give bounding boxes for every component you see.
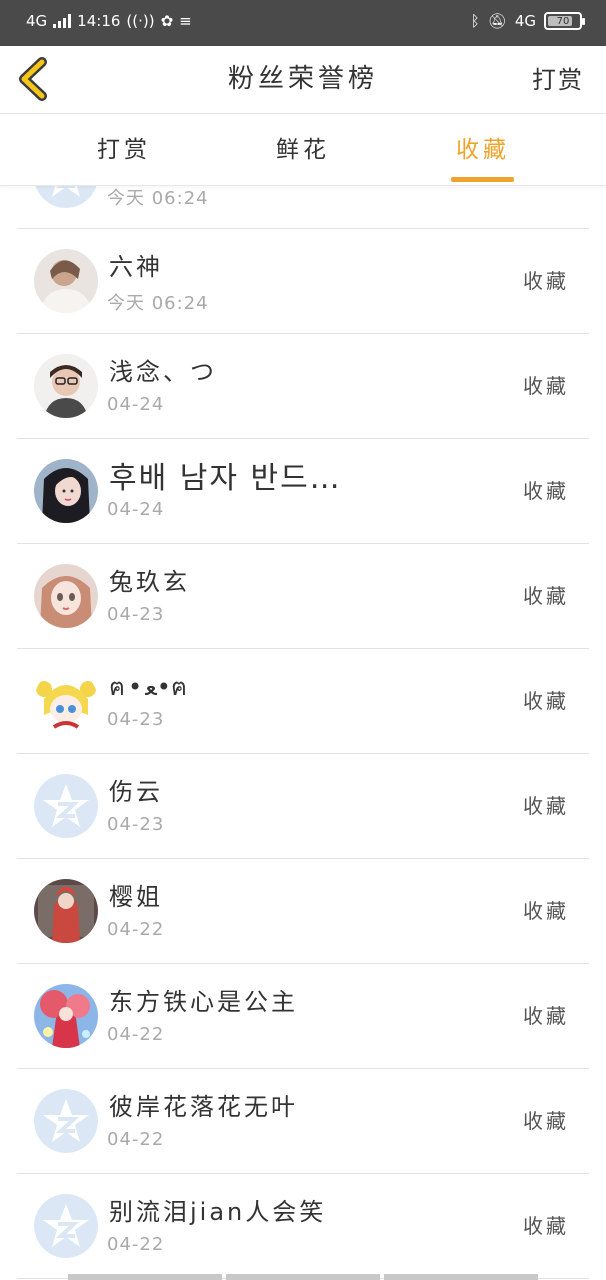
favorite-label: 收藏 (523, 794, 569, 818)
user-photo-icon (34, 354, 98, 418)
date: 04-23 (107, 814, 165, 835)
list-item[interactable]: 今天 06:24 (17, 186, 589, 229)
tab-flowers[interactable]: 鲜花 (243, 130, 363, 164)
list-item[interactable]: 东方铁心是公主 04-22 收藏 (17, 964, 589, 1069)
status-right: ᛒ 🔕︎ 4G 70 (470, 12, 585, 30)
favorite-label: 收藏 (523, 899, 569, 923)
default-avatar-icon (35, 186, 97, 208)
avatar (34, 774, 98, 838)
date: 04-22 (107, 1234, 165, 1255)
user-photo-icon (34, 669, 98, 733)
user-name: 후배 남자 반드… (109, 461, 342, 496)
date: 04-24 (107, 499, 165, 520)
storage-icon: ≡ (179, 12, 192, 30)
list-item[interactable]: ฅ•ﻌ•ฅ 04-23 收藏 (17, 649, 589, 754)
bluetooth-icon: ᛒ (470, 12, 480, 30)
favorite-label: 收藏 (523, 584, 569, 608)
user-name: ฅ•ﻌ•ฅ (109, 673, 191, 701)
user-name: 伤云 (109, 778, 163, 806)
user-photo-icon (34, 879, 98, 943)
tab-tip[interactable]: 打赏 (64, 130, 184, 164)
date: 04-23 (107, 709, 165, 730)
avatar (34, 459, 98, 523)
avatar (34, 984, 98, 1048)
scroll-indicator (68, 1274, 538, 1280)
date: 04-24 (107, 394, 165, 415)
user-name: 六神 (109, 253, 163, 281)
status-bar: 4G 14:16 ((·)) ✿ ≡ ᛒ 🔕︎ 4G 70 (0, 0, 606, 46)
network-label-right: 4G (514, 12, 536, 30)
fan-list[interactable]: 今天 06:24 六神 今天 06:24 收藏 浅念、つ 04-24 收藏 후배… (0, 186, 606, 1280)
user-photo-icon (34, 249, 98, 313)
hotspot-icon: ((·)) (126, 12, 155, 30)
list-item[interactable]: 别流泪jian人会笑 04-22 收藏 (17, 1174, 589, 1279)
clock: 14:16 (77, 12, 121, 30)
avatar (34, 1089, 98, 1153)
active-tab-indicator (451, 177, 514, 182)
user-name: 兔玖玄 (109, 568, 190, 596)
page-title: 粉丝荣誉榜 (227, 64, 378, 94)
favorite-label: 收藏 (523, 1214, 569, 1238)
favorite-label: 收藏 (523, 1004, 569, 1028)
tip-button[interactable]: 打赏 (532, 60, 584, 95)
mute-icon: 🔕︎ (487, 12, 507, 30)
user-photo-icon (34, 564, 98, 628)
favorite-label: 收藏 (523, 1109, 569, 1133)
default-avatar-icon (34, 1089, 98, 1153)
date: 04-22 (107, 1129, 165, 1150)
date: 今天 06:24 (107, 188, 209, 209)
tab-favorites[interactable]: 收藏 (423, 130, 543, 164)
list-item[interactable]: 伤云 04-23 收藏 (17, 754, 589, 859)
user-photo-icon (34, 459, 98, 523)
avatar (34, 1194, 98, 1258)
date: 04-22 (107, 1024, 165, 1045)
avatar (34, 669, 98, 733)
status-left: 4G 14:16 ((·)) ✿ ≡ (26, 12, 192, 30)
default-avatar-icon (34, 774, 98, 838)
network-label: 4G (26, 12, 48, 30)
favorite-label: 收藏 (523, 479, 569, 503)
list-item[interactable]: 樱姐 04-22 收藏 (17, 859, 589, 964)
avatar (34, 879, 98, 943)
date: 04-23 (107, 604, 165, 625)
avatar (34, 186, 98, 208)
app-header: 粉丝荣誉榜 打赏 (0, 46, 606, 114)
signal-icon (53, 14, 72, 28)
user-name: 彼岸花落花无叶 (109, 1093, 298, 1121)
list-item[interactable]: 彼岸花落花无叶 04-22 收藏 (17, 1069, 589, 1174)
avatar (34, 564, 98, 628)
favorite-label: 收藏 (523, 689, 569, 713)
user-name: 别流泪jian人会笑 (109, 1198, 327, 1226)
tab-bar: 打赏 鲜花 收藏 (0, 114, 606, 186)
avatar (34, 354, 98, 418)
date: 04-22 (107, 919, 165, 940)
battery-level: 70 (556, 15, 570, 27)
list-item[interactable]: 兔玖玄 04-23 收藏 (17, 544, 589, 649)
wechat-icon: ✿ (160, 12, 174, 30)
battery-icon: 70 (544, 12, 585, 30)
user-name: 浅念、つ (109, 358, 217, 386)
user-name: 东方铁心是公主 (109, 988, 298, 1016)
user-name: 樱姐 (109, 883, 163, 911)
default-avatar-icon (34, 1194, 98, 1258)
avatar (34, 249, 98, 313)
list-item[interactable]: 후배 남자 반드… 04-24 收藏 (17, 439, 589, 544)
date: 今天 06:24 (107, 293, 209, 314)
favorite-label: 收藏 (523, 374, 569, 398)
user-photo-icon (34, 984, 98, 1048)
list-item[interactable]: 浅念、つ 04-24 收藏 (17, 334, 589, 439)
favorite-label: 收藏 (523, 269, 569, 293)
list-item[interactable]: 六神 今天 06:24 收藏 (17, 229, 589, 334)
